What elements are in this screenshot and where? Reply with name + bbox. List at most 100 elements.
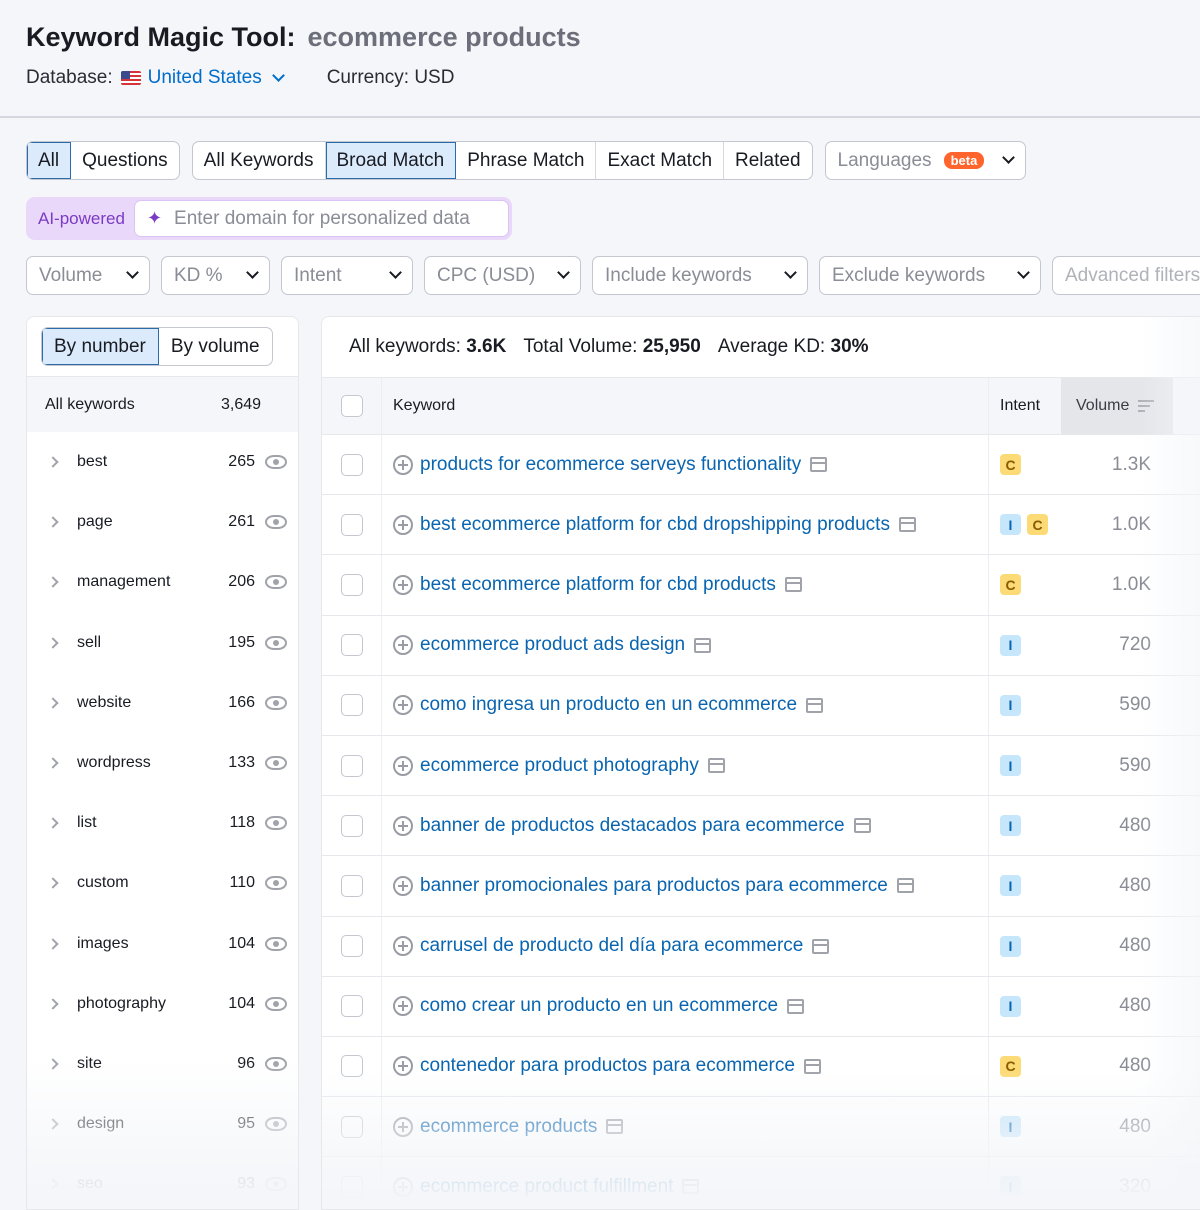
eye-icon[interactable] <box>265 876 287 891</box>
keyword-link[interactable]: ecommerce products <box>393 1116 624 1138</box>
row-checkbox[interactable] <box>340 513 363 536</box>
languages-dropdown[interactable]: Languages beta <box>824 141 1027 180</box>
row-checkbox[interactable] <box>340 995 363 1018</box>
chevron-right-icon[interactable] <box>47 1118 59 1130</box>
serp-preview-icon[interactable] <box>787 998 805 1014</box>
add-to-list-icon[interactable] <box>393 574 413 595</box>
keyword-text[interactable]: como ingresa un producto en un ecommerce <box>420 694 797 716</box>
chevron-right-icon[interactable] <box>47 697 59 709</box>
keyword-link[interactable]: banner de productos destacados para ecom… <box>393 815 871 837</box>
chevron-right-icon[interactable] <box>47 516 59 528</box>
eye-icon[interactable] <box>265 816 287 831</box>
chevron-right-icon[interactable] <box>47 757 59 769</box>
serp-preview-icon[interactable] <box>803 1058 821 1074</box>
eye-icon[interactable] <box>265 996 287 1011</box>
chevron-right-icon[interactable] <box>47 817 59 829</box>
row-checkbox[interactable] <box>340 874 363 897</box>
keyword-text[interactable]: ecommerce product ads design <box>420 634 685 656</box>
filter-include-keywords[interactable]: Include keywords <box>592 256 808 295</box>
chevron-right-icon[interactable] <box>47 937 59 950</box>
row-checkbox[interactable] <box>340 754 363 777</box>
database-selector[interactable]: United States <box>148 67 262 89</box>
row-checkbox[interactable] <box>340 814 363 837</box>
row-checkbox[interactable] <box>340 935 363 958</box>
keyword-link[interactable]: carrusel de producto del día para ecomme… <box>393 935 830 957</box>
row-checkbox[interactable] <box>340 1115 363 1138</box>
filter-volume[interactable]: Volume <box>26 256 150 295</box>
serp-preview-icon[interactable] <box>707 758 725 774</box>
row-checkbox[interactable] <box>340 1055 363 1078</box>
serp-preview-icon[interactable] <box>853 818 871 834</box>
group-item[interactable]: management 206 <box>27 552 298 612</box>
eye-icon[interactable] <box>265 695 287 710</box>
eye-icon[interactable] <box>265 635 287 650</box>
volume-column-header[interactable]: Volume <box>1061 378 1173 434</box>
group-item[interactable]: sell 195 <box>27 613 298 673</box>
add-to-list-icon[interactable] <box>393 996 413 1017</box>
eye-icon[interactable] <box>265 1177 287 1192</box>
group-item[interactable]: images 104 <box>27 914 298 974</box>
keyword-link[interactable]: best ecommerce platform for cbd dropship… <box>393 514 916 536</box>
toggle-by-volume[interactable]: By volume <box>159 328 272 365</box>
keyword-link[interactable]: contenedor para productos para ecommerce <box>393 1055 821 1077</box>
tab-phrase-match[interactable]: Phrase Match <box>456 142 597 179</box>
domain-input[interactable]: ✦ Enter domain for personalized data <box>133 200 509 237</box>
serp-preview-icon[interactable] <box>898 517 916 533</box>
eye-icon[interactable] <box>265 455 287 470</box>
add-to-list-icon[interactable] <box>393 1056 413 1077</box>
group-item[interactable]: page 261 <box>27 492 298 552</box>
keyword-text[interactable]: products for ecommerce serveys functiona… <box>420 454 801 476</box>
group-item[interactable]: best 265 <box>27 432 298 492</box>
eye-icon[interactable] <box>265 1117 287 1132</box>
keyword-text[interactable]: best ecommerce platform for cbd products <box>420 574 776 596</box>
add-to-list-icon[interactable] <box>393 635 413 656</box>
all-keywords-group[interactable]: All keywords 3,649 <box>27 376 298 432</box>
add-to-list-icon[interactable] <box>393 815 413 836</box>
filter-exclude-keywords[interactable]: Exclude keywords <box>819 256 1041 295</box>
row-checkbox[interactable] <box>340 634 363 657</box>
chevron-right-icon[interactable] <box>47 877 59 890</box>
tab-all[interactable]: All <box>27 142 72 179</box>
eye-icon[interactable] <box>265 756 287 771</box>
row-checkbox[interactable] <box>340 1175 363 1198</box>
group-item[interactable]: custom 110 <box>27 853 298 913</box>
serp-preview-icon[interactable] <box>784 577 802 593</box>
keyword-text[interactable]: ecommerce product photography <box>420 755 699 777</box>
serp-preview-icon[interactable] <box>810 457 828 473</box>
serp-preview-icon[interactable] <box>694 637 712 653</box>
chevron-right-icon[interactable] <box>47 998 59 1010</box>
add-to-list-icon[interactable] <box>393 1176 413 1197</box>
keyword-link[interactable]: best ecommerce platform for cbd products <box>393 574 802 596</box>
select-all-checkbox[interactable] <box>340 395 363 417</box>
chevron-down-icon[interactable] <box>271 68 285 82</box>
row-checkbox[interactable] <box>340 694 363 717</box>
row-checkbox[interactable] <box>340 453 363 476</box>
keyword-text[interactable]: como crear un producto en un ecommerce <box>420 995 778 1017</box>
keyword-text[interactable]: best ecommerce platform for cbd dropship… <box>420 514 890 536</box>
keyword-text[interactable]: ecommerce product fulfillment <box>420 1176 673 1198</box>
keyword-link[interactable]: ecommerce product photography <box>393 755 725 777</box>
keyword-link[interactable]: ecommerce product fulfillment <box>393 1176 700 1198</box>
filter-cpc-usd[interactable]: CPC (USD) <box>424 256 581 295</box>
serp-preview-icon[interactable] <box>806 697 824 713</box>
keyword-text[interactable]: contenedor para productos para ecommerce <box>420 1055 795 1077</box>
filter-advanced-filters[interactable]: Advanced filters <box>1052 256 1200 295</box>
keyword-text[interactable]: banner de productos destacados para ecom… <box>420 815 845 837</box>
keyword-text[interactable]: ecommerce products <box>420 1116 597 1138</box>
tab-all-keywords[interactable]: All Keywords <box>193 142 326 179</box>
group-item[interactable]: design 95 <box>27 1094 298 1154</box>
group-item[interactable]: website 166 <box>27 673 298 733</box>
keyword-text[interactable]: banner promocionales para productos para… <box>420 875 888 897</box>
eye-icon[interactable] <box>265 515 287 530</box>
chevron-right-icon[interactable] <box>47 636 59 649</box>
chevron-right-icon[interactable] <box>47 1178 59 1191</box>
serp-preview-icon[interactable] <box>682 1179 700 1195</box>
tab-related[interactable]: Related <box>724 142 812 179</box>
tab-questions[interactable]: Questions <box>71 142 179 179</box>
eye-icon[interactable] <box>265 575 287 590</box>
add-to-list-icon[interactable] <box>393 454 413 475</box>
add-to-list-icon[interactable] <box>393 514 413 535</box>
group-item[interactable]: seo 93 <box>27 1154 298 1209</box>
keyword-link[interactable]: products for ecommerce serveys functiona… <box>393 454 828 476</box>
tab-broad-match[interactable]: Broad Match <box>325 142 457 179</box>
